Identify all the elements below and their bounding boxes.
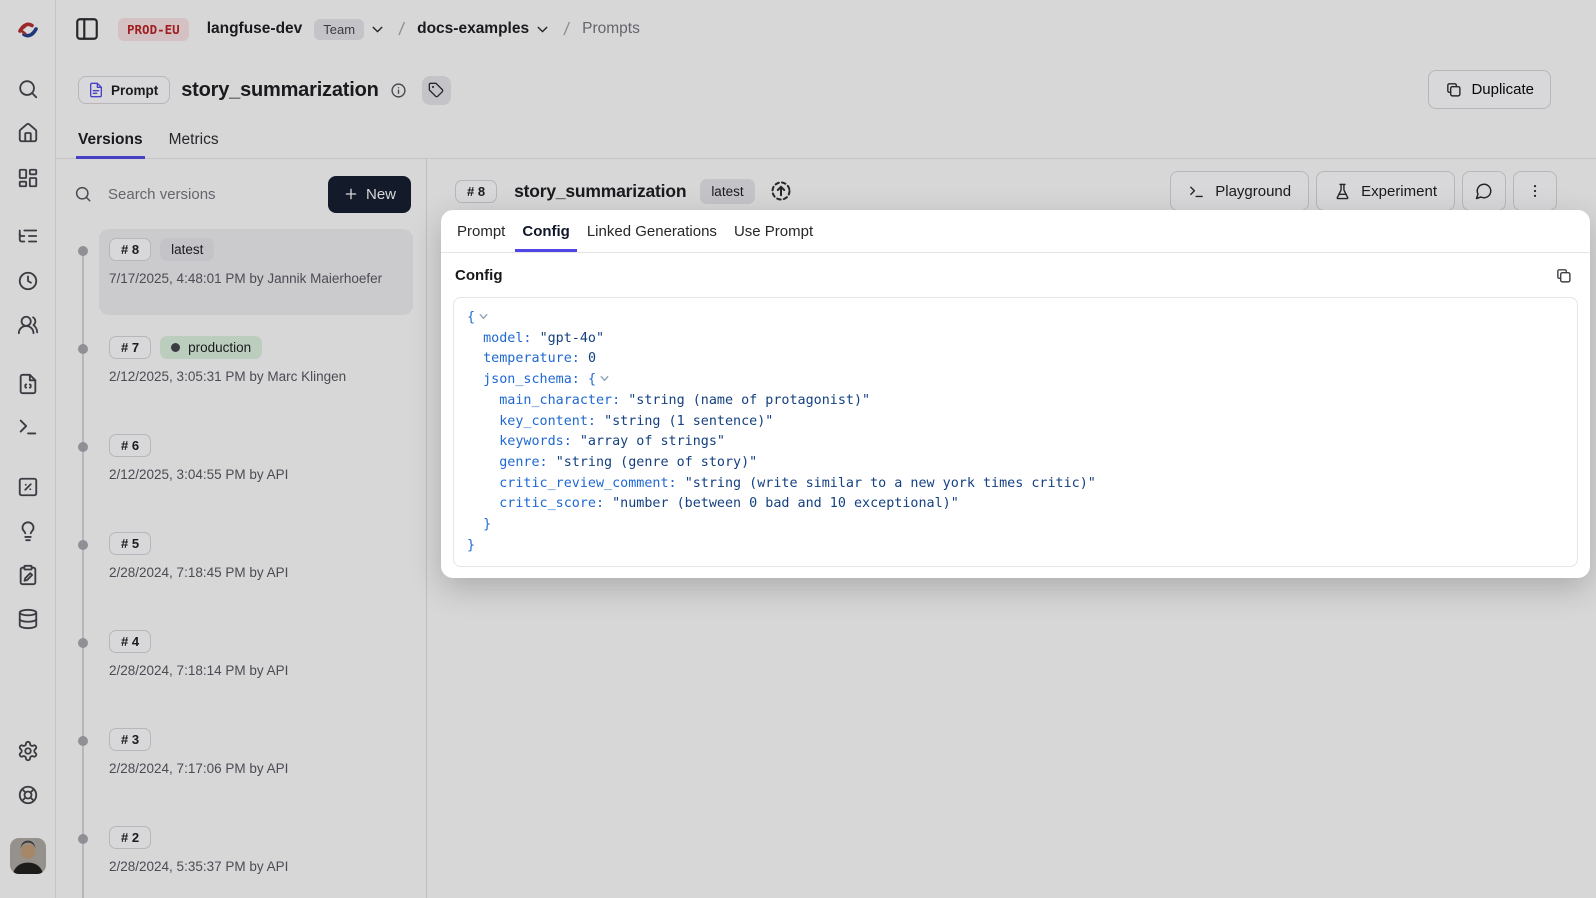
version-detail-card: Prompt Config Linked Generations Use Prompt… — [441, 210, 1590, 578]
copy-config-icon[interactable] — [1550, 262, 1576, 288]
config-code-line: json_schema: { — [467, 370, 1564, 391]
detail-tab-label: Use Prompt — [734, 223, 813, 240]
config-code-line: keywords: "array of strings" — [467, 432, 1564, 453]
config-code-line: genre: "string (genre of story)" — [467, 453, 1564, 474]
collapse-chevron-icon[interactable] — [596, 370, 609, 391]
config-section-title: Config — [455, 267, 502, 284]
detail-tab-label: Config — [522, 223, 569, 240]
config-json-viewer: { model: "gpt-4o" temperature: 0 json_sc… — [453, 297, 1578, 567]
detail-tab-config[interactable]: Config — [522, 210, 569, 252]
detail-tab-use-prompt[interactable]: Use Prompt — [734, 210, 813, 252]
detail-tabs: Prompt Config Linked Generations Use Prompt — [441, 210, 1590, 253]
detail-tab-linked-generations[interactable]: Linked Generations — [587, 210, 717, 252]
config-code-line: temperature: 0 — [467, 349, 1564, 370]
config-code-line: main_character: "string (name of protago… — [467, 391, 1564, 412]
detail-tab-prompt[interactable]: Prompt — [457, 210, 505, 252]
config-code-line: critic_review_comment: "string (write si… — [467, 474, 1564, 495]
config-code-line: key_content: "string (1 sentence)" — [467, 412, 1564, 433]
config-code-line: } — [467, 515, 1564, 536]
detail-tab-label: Prompt — [457, 223, 505, 240]
config-code-line: model: "gpt-4o" — [467, 329, 1564, 350]
config-code-line: { — [467, 308, 1564, 329]
collapse-chevron-icon[interactable] — [475, 308, 488, 329]
app-root: PROD-EU langfuse-dev Team / docs-example… — [0, 0, 1596, 898]
detail-tab-label: Linked Generations — [587, 223, 717, 240]
config-code-line: critic_score: "number (between 0 bad and… — [467, 494, 1564, 515]
config-code-line: } — [467, 536, 1564, 557]
active-tab-underline — [515, 249, 576, 253]
config-section-header: Config — [441, 253, 1590, 297]
